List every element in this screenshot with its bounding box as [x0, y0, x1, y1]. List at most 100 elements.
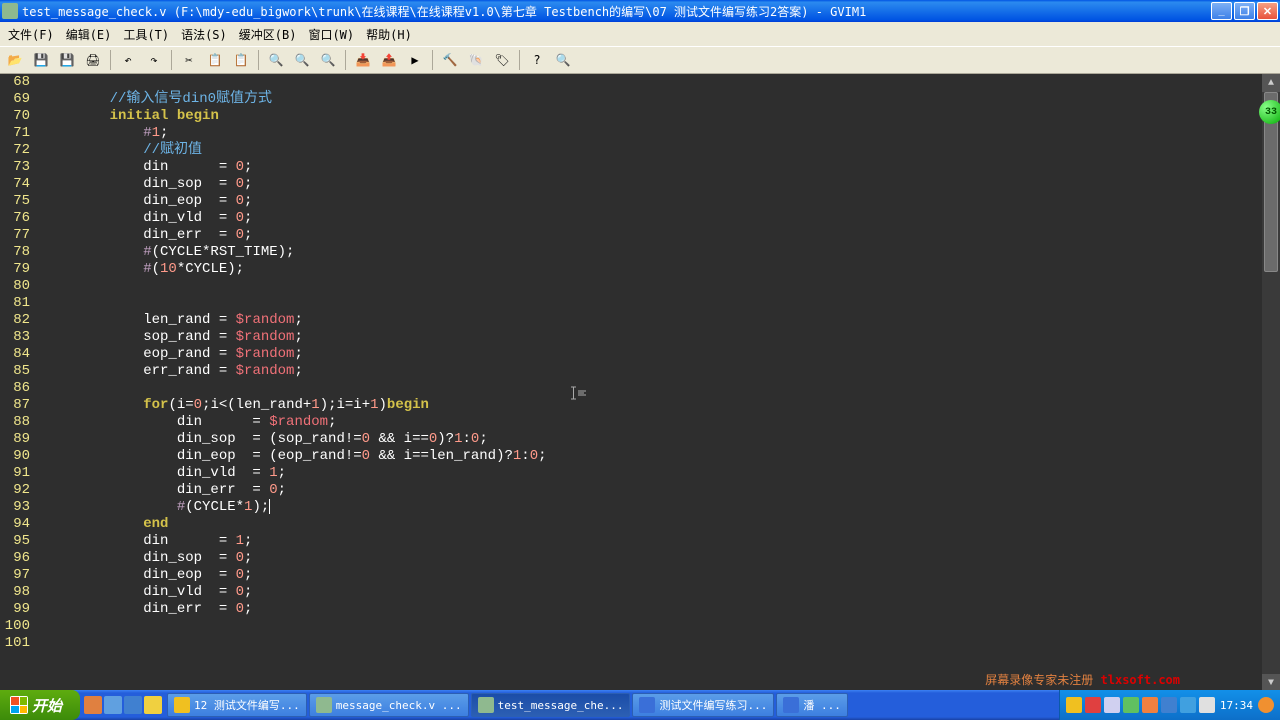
code-line[interactable]: //输入信号din0赋值方式	[34, 91, 1262, 108]
open-icon[interactable]: 📂	[4, 49, 26, 71]
code-line[interactable]: end	[34, 516, 1262, 533]
code-line[interactable]: #(CYCLE*1);	[34, 499, 1262, 516]
menu-window[interactable]: 窗口(W)	[304, 24, 358, 45]
shell-icon[interactable]: 🐚	[465, 49, 487, 71]
help-icon[interactable]: ?	[526, 49, 548, 71]
maximize-button[interactable]: ❐	[1234, 2, 1255, 20]
menu-buffers[interactable]: 缓冲区(B)	[235, 24, 301, 45]
quick-launch-icon[interactable]	[104, 696, 122, 714]
taskbar-button[interactable]: 测试文件编写练习...	[632, 693, 774, 717]
tray-icon[interactable]	[1161, 697, 1177, 713]
taskbar-button[interactable]: 12 测试文件编写...	[167, 693, 307, 717]
make-icon[interactable]: 🔨	[439, 49, 461, 71]
tray-icon[interactable]	[1180, 697, 1196, 713]
line-number: 72	[0, 142, 30, 159]
line-number: 75	[0, 193, 30, 210]
cut-icon[interactable]: ✂	[178, 49, 200, 71]
code-line[interactable]: din_sop = 0;	[34, 176, 1262, 193]
replace-icon[interactable]: 🔍	[317, 49, 339, 71]
menu-syntax[interactable]: 语法(S)	[177, 24, 231, 45]
code-line[interactable]: #(10*CYCLE);	[34, 261, 1262, 278]
code-line[interactable]: din_vld = 1;	[34, 465, 1262, 482]
findnext-icon[interactable]: 🔍	[291, 49, 313, 71]
findh-icon[interactable]: 🔍	[552, 49, 574, 71]
save-icon[interactable]: 💾	[30, 49, 52, 71]
tray-icon[interactable]	[1199, 697, 1215, 713]
code-line[interactable]: din_vld = 0;	[34, 210, 1262, 227]
code-line[interactable]: initial begin	[34, 108, 1262, 125]
start-button[interactable]: 开始	[0, 690, 80, 720]
line-number: 86	[0, 380, 30, 397]
line-number: 83	[0, 329, 30, 346]
session-save-icon[interactable]: 📤	[378, 49, 400, 71]
line-number: 80	[0, 278, 30, 295]
code-line[interactable]	[34, 278, 1262, 295]
close-button[interactable]: ✕	[1257, 2, 1278, 20]
run-script-icon[interactable]: ▶	[404, 49, 426, 71]
line-number: 84	[0, 346, 30, 363]
minimize-button[interactable]: _	[1211, 2, 1232, 20]
taskbar-button[interactable]: test_message_che...	[471, 693, 631, 717]
code-line[interactable]: din_vld = 0;	[34, 584, 1262, 601]
menu-help[interactable]: 帮助(H)	[362, 24, 416, 45]
menu-file[interactable]: 文件(F)	[4, 24, 58, 45]
code-line[interactable]: din_sop = (sop_rand!=0 && i==0)?1:0;	[34, 431, 1262, 448]
tray-clock[interactable]: 17:34	[1218, 699, 1255, 712]
code-line[interactable]: din = 1;	[34, 533, 1262, 550]
vertical-scrollbar[interactable]: ▲ ▼	[1262, 74, 1280, 692]
code-line[interactable]: din = 0;	[34, 159, 1262, 176]
line-number: 73	[0, 159, 30, 176]
separator	[258, 50, 259, 70]
task-label: 潘 ...	[803, 697, 841, 713]
menu-edit[interactable]: 编辑(E)	[62, 24, 116, 45]
tray-icon[interactable]	[1142, 697, 1158, 713]
tags-icon[interactable]: 🏷	[491, 49, 513, 71]
quick-launch-icon[interactable]	[124, 696, 142, 714]
code-line[interactable]: #1;	[34, 125, 1262, 142]
quick-launch-icon[interactable]	[84, 696, 102, 714]
code-area[interactable]: //输入信号din0赋值方式 initial begin #1; //赋初值 d…	[34, 74, 1262, 652]
system-tray[interactable]: 17:34	[1059, 690, 1280, 720]
tray-icon[interactable]	[1123, 697, 1139, 713]
code-line[interactable]: din_eop = 0;	[34, 567, 1262, 584]
code-line[interactable]: din_err = 0;	[34, 601, 1262, 618]
taskbar-button[interactable]: 潘 ...	[776, 693, 848, 717]
code-line[interactable]: din_eop = 0;	[34, 193, 1262, 210]
tray-icon[interactable]	[1066, 697, 1082, 713]
paste-icon[interactable]: 📋	[230, 49, 252, 71]
session-load-icon[interactable]: 📥	[352, 49, 374, 71]
code-line[interactable]	[34, 635, 1262, 652]
tray-icon[interactable]	[1258, 697, 1274, 713]
editor[interactable]: 6869707172737475767778798081828384858687…	[0, 74, 1280, 692]
code-line[interactable]: din_err = 0;	[34, 227, 1262, 244]
tray-icon[interactable]	[1104, 697, 1120, 713]
quick-launch-icon[interactable]	[144, 696, 162, 714]
find-icon[interactable]: 🔍	[265, 49, 287, 71]
code-line[interactable]: //赋初值	[34, 142, 1262, 159]
tray-icon[interactable]	[1085, 697, 1101, 713]
menu-tools[interactable]: 工具(T)	[119, 24, 173, 45]
code-line[interactable]: #(CYCLE*RST_TIME);	[34, 244, 1262, 261]
code-line[interactable]: sop_rand = $random;	[34, 329, 1262, 346]
redo-icon[interactable]: ↷	[143, 49, 165, 71]
separator	[519, 50, 520, 70]
status-ball-icon[interactable]: 33	[1259, 100, 1280, 124]
code-line[interactable]: din_sop = 0;	[34, 550, 1262, 567]
undo-icon[interactable]: ↶	[117, 49, 139, 71]
code-line[interactable]: len_rand = $random;	[34, 312, 1262, 329]
scroll-up-icon[interactable]: ▲	[1262, 74, 1280, 92]
code-line[interactable]: din_err = 0;	[34, 482, 1262, 499]
copy-icon[interactable]: 📋	[204, 49, 226, 71]
code-line[interactable]: eop_rand = $random;	[34, 346, 1262, 363]
saveall-icon[interactable]: 💾	[56, 49, 78, 71]
code-line[interactable]: din = $random;	[34, 414, 1262, 431]
code-line[interactable]	[34, 74, 1262, 91]
code-line[interactable]: din_eop = (eop_rand!=0 && i==len_rand)?1…	[34, 448, 1262, 465]
code-line[interactable]	[34, 295, 1262, 312]
code-line[interactable]	[34, 380, 1262, 397]
code-line[interactable]: err_rand = $random;	[34, 363, 1262, 380]
taskbar-button[interactable]: message_check.v ...	[309, 693, 469, 717]
code-line[interactable]	[34, 618, 1262, 635]
print-icon[interactable]: 🖨	[82, 49, 104, 71]
code-line[interactable]: for(i=0;i<(len_rand+1);i=i+1)begin	[34, 397, 1262, 414]
